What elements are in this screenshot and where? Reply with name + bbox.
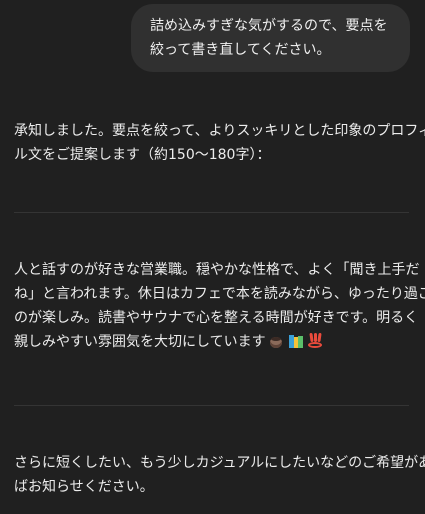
user-message-line: 詰め込みすぎな気がするので、要点を — [150, 18, 388, 34]
divider — [14, 212, 409, 213]
profile-text: 人と話すのが好きな営業職。穏やかな性格で、よく「聞き上手だ ね」と言われます。休… — [14, 258, 425, 354]
books-icon — [288, 333, 304, 349]
profile-line-last: 親しみやすい雰囲気を大切にしています — [14, 330, 414, 354]
chat-conversation: 詰め込みすぎな気がするので、要点を 絞って書き直してください。 承知しました。要… — [0, 0, 425, 514]
assistant-followup: さらに短くしたい、もう少しカジュアルにしたいなどのご希望があれ ばお知らせくださ… — [14, 451, 425, 499]
divider — [14, 405, 409, 406]
assistant-intro-line: ル文をご提案します（約150〜180字）： — [14, 147, 271, 163]
profile-line: のが楽しみ。読書やサウナで心を整える時間が好きです。明るく — [14, 310, 419, 326]
profile-line: ね」と言われます。休日はカフェで本を読みながら、ゆったり過ごす — [14, 286, 425, 302]
assistant-intro: 承知しました。要点を絞って、よりスッキリとした印象のプロフィー ル文をご提案しま… — [14, 119, 425, 167]
profile-line: 人と話すのが好きな営業職。穏やかな性格で、よく「聞き上手だ — [14, 262, 420, 278]
profile-line: 親しみやすい雰囲気を大切にしています — [14, 334, 266, 350]
followup-line: さらに短くしたい、もう少しカジュアルにしたいなどのご希望があれ — [14, 455, 425, 471]
user-message-bubble: 詰め込みすぎな気がするので、要点を 絞って書き直してください。 — [131, 4, 410, 72]
hot-springs-icon — [307, 332, 323, 349]
assistant-intro-line: 承知しました。要点を絞って、よりスッキリとした印象のプロフィー — [14, 123, 425, 139]
user-message-line: 絞って書き直してください。 — [150, 42, 331, 58]
coffee-icon — [269, 333, 285, 349]
followup-line: ばお知らせください。 — [14, 479, 154, 495]
